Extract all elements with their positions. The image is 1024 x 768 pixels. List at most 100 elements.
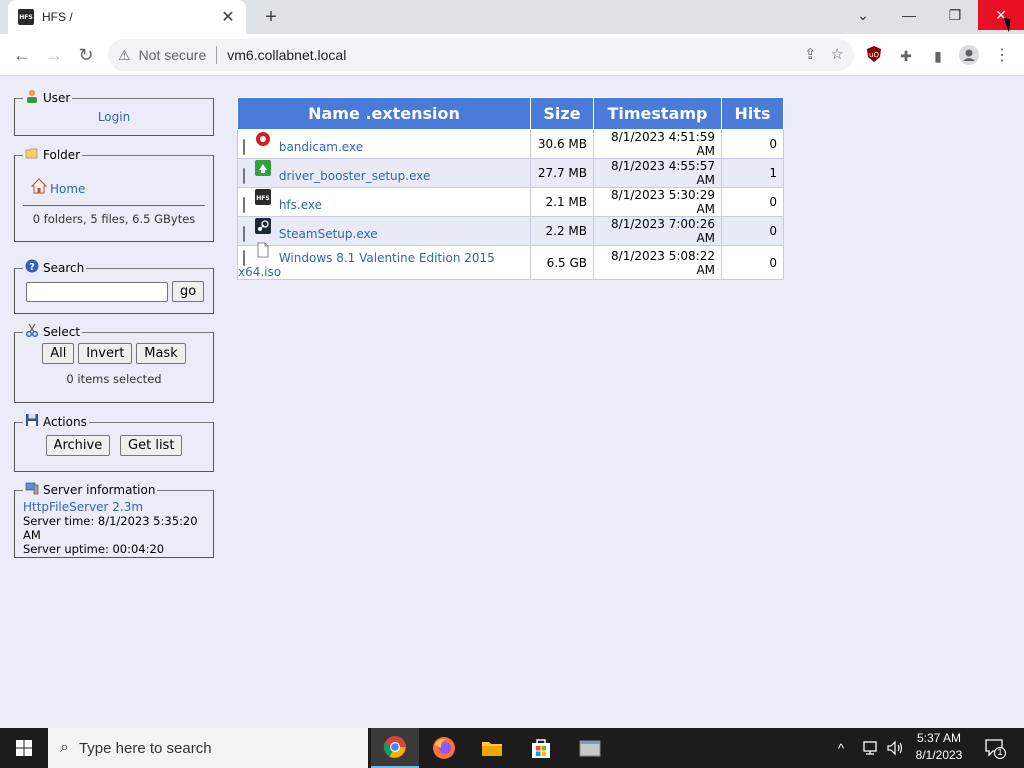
row-checkbox[interactable]: [243, 138, 245, 155]
tab-title: HFS /: [42, 10, 73, 24]
tab-close-icon[interactable]: ✕: [220, 7, 236, 27]
file-timestamp: 8/1/2023 5:08:22 AM: [593, 245, 722, 280]
file-size: 30.6 MB: [530, 129, 594, 159]
row-checkbox[interactable]: [243, 225, 245, 242]
not-secure-label[interactable]: Not secure: [139, 47, 207, 63]
ublock-icon[interactable]: uO: [863, 45, 885, 67]
url-text[interactable]: vm6.collabnet.local: [227, 47, 346, 63]
row-checkbox[interactable]: [243, 196, 245, 213]
hfs-icon: HFS: [255, 188, 271, 205]
row-checkbox[interactable]: [243, 167, 245, 184]
folder-summary: 0 folders, 5 files, 6.5 GBytes: [23, 205, 205, 226]
table-row: bandicam.exe 30.6 MB 8/1/2023 4:51:59 AM…: [237, 129, 784, 159]
warning-icon[interactable]: ⚠: [118, 47, 131, 64]
get-list-button[interactable]: Get list: [120, 435, 183, 456]
share-icon[interactable]: ⇪: [804, 45, 817, 63]
scissors-icon: [26, 323, 38, 337]
user-icon: [27, 89, 37, 103]
user-legend-label: User: [43, 91, 71, 105]
file-link[interactable]: Windows 8.1 Valentine Edition 2015 x64.i…: [238, 251, 495, 279]
show-hidden-icons-chevron-icon[interactable]: ^: [838, 728, 844, 768]
mask-button[interactable]: Mask: [136, 343, 186, 364]
windows-taskbar: ⌕ Type here to search ^ 5:37 AM 8/1/2023…: [0, 728, 1024, 768]
search-input[interactable]: [26, 281, 168, 302]
start-button[interactable]: [0, 728, 48, 768]
hfs-favicon-icon: HFS: [18, 9, 34, 25]
network-icon[interactable]: [862, 728, 880, 768]
name-column-header[interactable]: Name .extension: [237, 97, 531, 130]
hits-column-header[interactable]: Hits: [721, 97, 784, 130]
chrome-icon: [383, 736, 406, 758]
search-legend-label: Search: [43, 261, 85, 275]
file-hits: 0: [721, 129, 784, 159]
driver-booster-icon: [255, 159, 271, 176]
file-link[interactable]: SteamSetup.exe: [279, 227, 378, 241]
notification-count: 1: [997, 747, 1003, 757]
store-bag-icon: [532, 739, 550, 758]
restore-button[interactable]: ❐: [932, 0, 978, 30]
svg-text:uO: uO: [869, 51, 879, 59]
table-row: HFS hfs.exe 2.1 MB 8/1/2023 5:30:29 AM 0: [237, 187, 784, 217]
search-go-button[interactable]: go: [172, 281, 205, 302]
taskbar-clock[interactable]: 5:37 AM 8/1/2023: [905, 730, 973, 764]
clock-date: 8/1/2023: [915, 748, 963, 762]
divider: [216, 46, 218, 64]
table-row: driver_booster_setup.exe 27.7 MB 8/1/202…: [237, 158, 784, 188]
profile-avatar-icon[interactable]: [958, 45, 980, 67]
file-icon: [257, 242, 269, 258]
bandicam-icon: [255, 130, 271, 147]
taskbar-search-placeholder: Type here to search: [78, 739, 212, 757]
steam-icon: [255, 217, 271, 234]
file-link[interactable]: hfs.exe: [279, 198, 322, 212]
windows-logo-icon: [16, 740, 32, 756]
table-row: Windows 8.1 Valentine Edition 2015 x64.i…: [237, 242, 784, 280]
user-panel: User Login: [14, 89, 214, 136]
file-link[interactable]: driver_booster_setup.exe: [279, 169, 431, 183]
folder-panel: Folder Home 0 folders, 5 files, 6.5 GByt…: [14, 148, 214, 242]
new-tab-button[interactable]: +: [258, 4, 284, 30]
search-legend: ? Search: [23, 259, 86, 275]
file-link[interactable]: bandicam.exe: [279, 140, 363, 154]
actions-legend: Actions: [23, 414, 89, 429]
taskbar-search-box[interactable]: ⌕ Type here to search: [48, 728, 368, 768]
forward-button[interactable]: →: [41, 42, 67, 68]
taskbar-file-explorer[interactable]: [468, 728, 516, 768]
address-bar[interactable]: ⚠ Not secure vm6.collabnet.local ⇪ ☆: [108, 39, 854, 71]
browser-menu-icon[interactable]: ⋮: [991, 45, 1013, 67]
hfs-version-link[interactable]: HttpFileServer 2.3m: [23, 500, 143, 514]
row-checkbox[interactable]: [243, 250, 245, 266]
archive-button[interactable]: Archive: [45, 435, 111, 456]
close-window-button[interactable]: ✕: [978, 0, 1024, 30]
file-hits: 1: [721, 158, 784, 188]
login-link[interactable]: Login: [98, 110, 130, 124]
invert-selection-button[interactable]: Invert: [78, 343, 133, 364]
reload-button[interactable]: ↻: [73, 42, 99, 68]
side-panel-icon[interactable]: ▮: [927, 45, 949, 67]
browser-tab[interactable]: HFS HFS / ✕: [8, 0, 246, 34]
server-computer-icon: [25, 482, 39, 495]
home-icon: [31, 178, 47, 194]
timestamp-column-header[interactable]: Timestamp: [593, 97, 722, 130]
extensions-puzzle-icon[interactable]: ✚: [895, 45, 917, 67]
server-info-panel: Server information HttpFileServer 2.3m S…: [14, 482, 214, 558]
back-button[interactable]: ←: [9, 42, 35, 68]
select-panel: Select All Invert Mask 0 items selected: [14, 323, 214, 403]
selection-status: 0 items selected: [66, 372, 162, 386]
notifications-button[interactable]: 1: [983, 728, 1007, 768]
taskbar-app[interactable]: [566, 728, 614, 768]
select-all-button[interactable]: All: [42, 343, 75, 364]
bookmark-star-icon[interactable]: ☆: [831, 45, 844, 63]
volume-icon[interactable]: [886, 728, 904, 768]
taskbar-firefox[interactable]: [420, 728, 468, 768]
help-icon: ?: [25, 259, 39, 273]
size-column-header[interactable]: Size: [530, 97, 594, 130]
server-time: Server time: 8/1/2023 5:35:20 AM: [23, 514, 198, 542]
file-hits: 0: [721, 187, 784, 217]
clock-time: 5:37 AM: [916, 731, 962, 745]
taskbar-store[interactable]: [517, 728, 565, 768]
home-link[interactable]: Home: [50, 182, 85, 196]
tab-search-chevron-icon[interactable]: ⌄: [840, 0, 886, 30]
taskbar-chrome[interactable]: [371, 728, 419, 768]
minimize-button[interactable]: —: [886, 0, 932, 30]
file-hits: 0: [721, 245, 784, 280]
